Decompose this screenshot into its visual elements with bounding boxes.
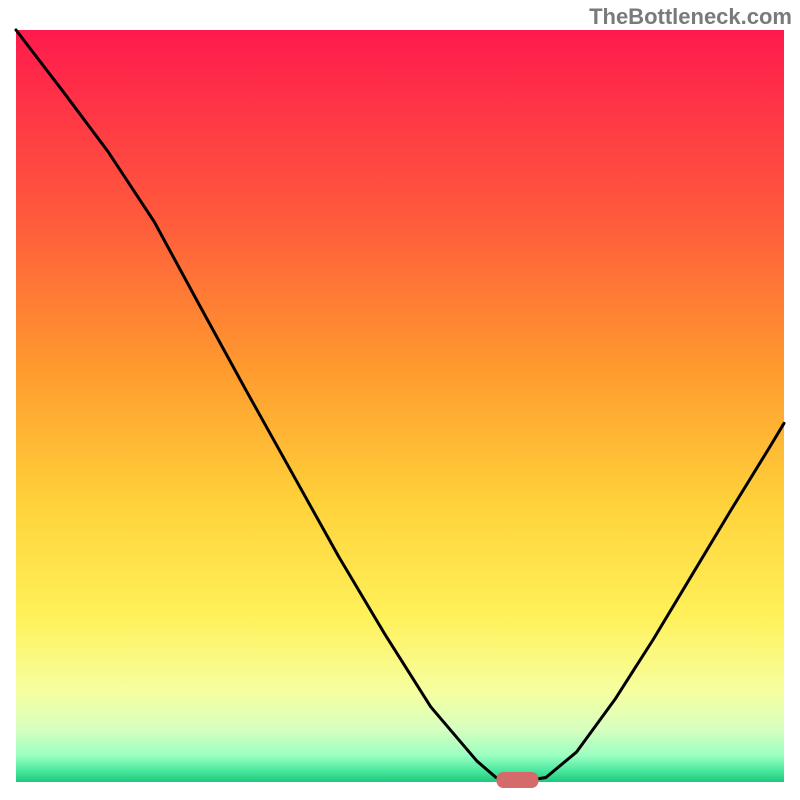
chart-svg (0, 0, 800, 800)
plot-background (16, 30, 784, 782)
optimal-marker (497, 772, 539, 788)
bottleneck-chart: TheBottleneck.com (0, 0, 800, 800)
watermark-text: TheBottleneck.com (589, 4, 792, 30)
